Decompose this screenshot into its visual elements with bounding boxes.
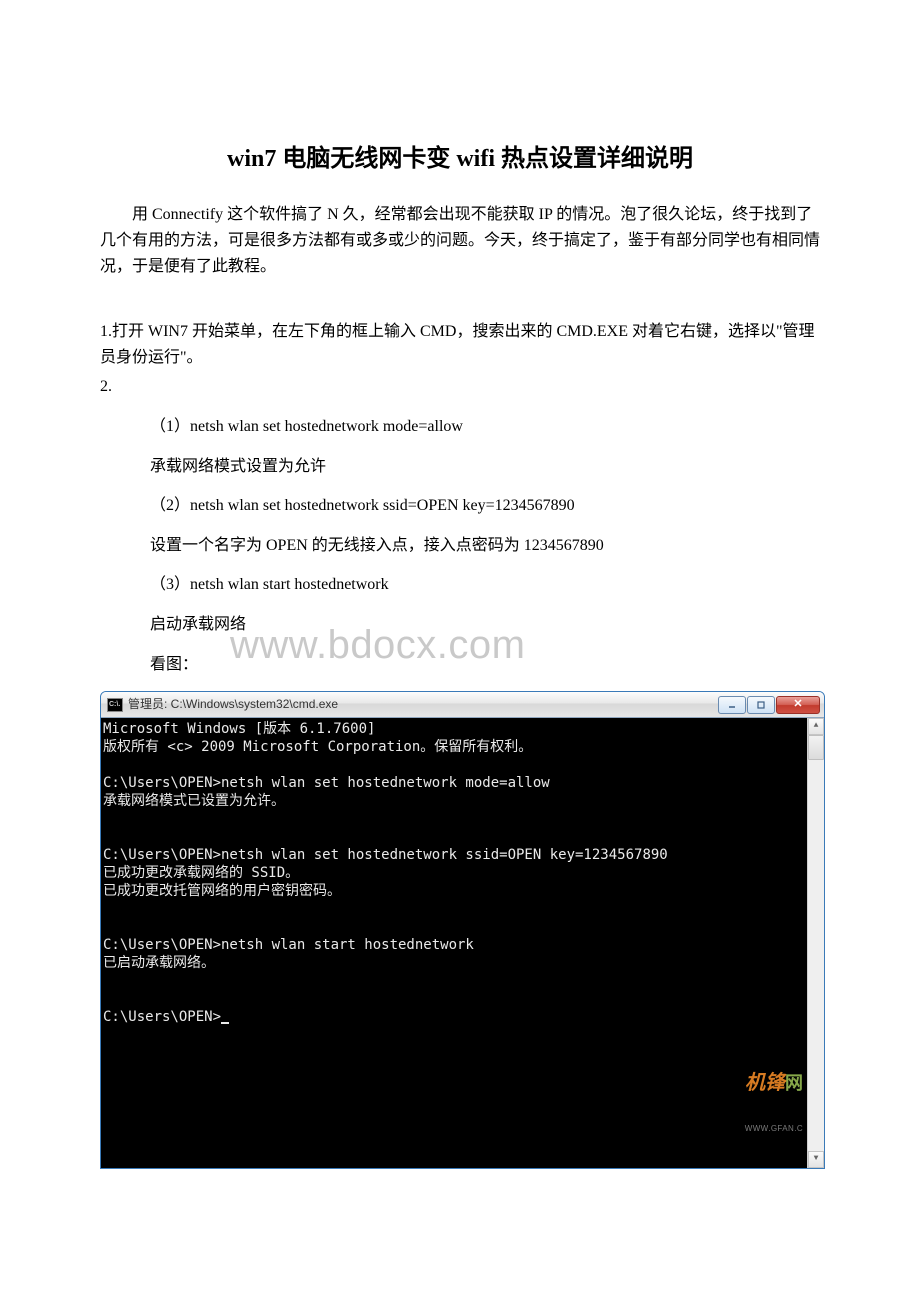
minimize-button[interactable] [718,696,746,714]
cmd-titlebar[interactable]: C:\. 管理员: C:\Windows\system32\cmd.exe ✕ [101,692,824,718]
scroll-track[interactable] [808,760,824,1151]
desc-1: 承载网络模式设置为允许 [100,454,820,480]
scroll-down-icon[interactable]: ▼ [808,1151,824,1168]
maximize-button[interactable] [747,696,775,714]
step-1: 1.打开 WIN7 开始菜单，在左下角的框上输入 CMD，搜索出来的 CMD.E… [100,319,820,370]
command-3: （3）netsh wlan start hostednetwork [100,572,820,598]
scroll-up-icon[interactable]: ▲ [808,718,824,735]
desc-3: 启动承载网络 [100,612,820,638]
cmd-scrollbar[interactable]: ▲ ▼ [807,718,824,1168]
corner-watermark: 机锋网 WWW.GFAN.C [745,1041,803,1164]
step-2: 2. [100,374,820,400]
desc-2: 设置一个名字为 OPEN 的无线接入点，接入点密码为 1234567890 [100,533,820,559]
command-2: （2）netsh wlan set hostednetwork ssid=OPE… [100,493,820,519]
command-1: （1）netsh wlan set hostednetwork mode=all… [100,414,820,440]
cmd-output: Microsoft Windows [版本 6.1.7600] 版权所有 <c>… [101,718,807,1168]
cmd-icon: C:\. [107,698,123,712]
see-figure: 看图： [100,652,820,678]
cmd-title-text: 管理员: C:\Windows\system32\cmd.exe [128,695,717,714]
intro-paragraph: 用 Connectify 这个软件搞了 N 久，经常都会出现不能获取 IP 的情… [100,202,820,279]
page-title: win7 电脑无线网卡变 wifi 热点设置详细说明 [100,140,820,178]
cmd-window: C:\. 管理员: C:\Windows\system32\cmd.exe ✕ … [100,691,825,1169]
scroll-thumb[interactable] [808,735,824,760]
close-button[interactable]: ✕ [776,696,820,714]
